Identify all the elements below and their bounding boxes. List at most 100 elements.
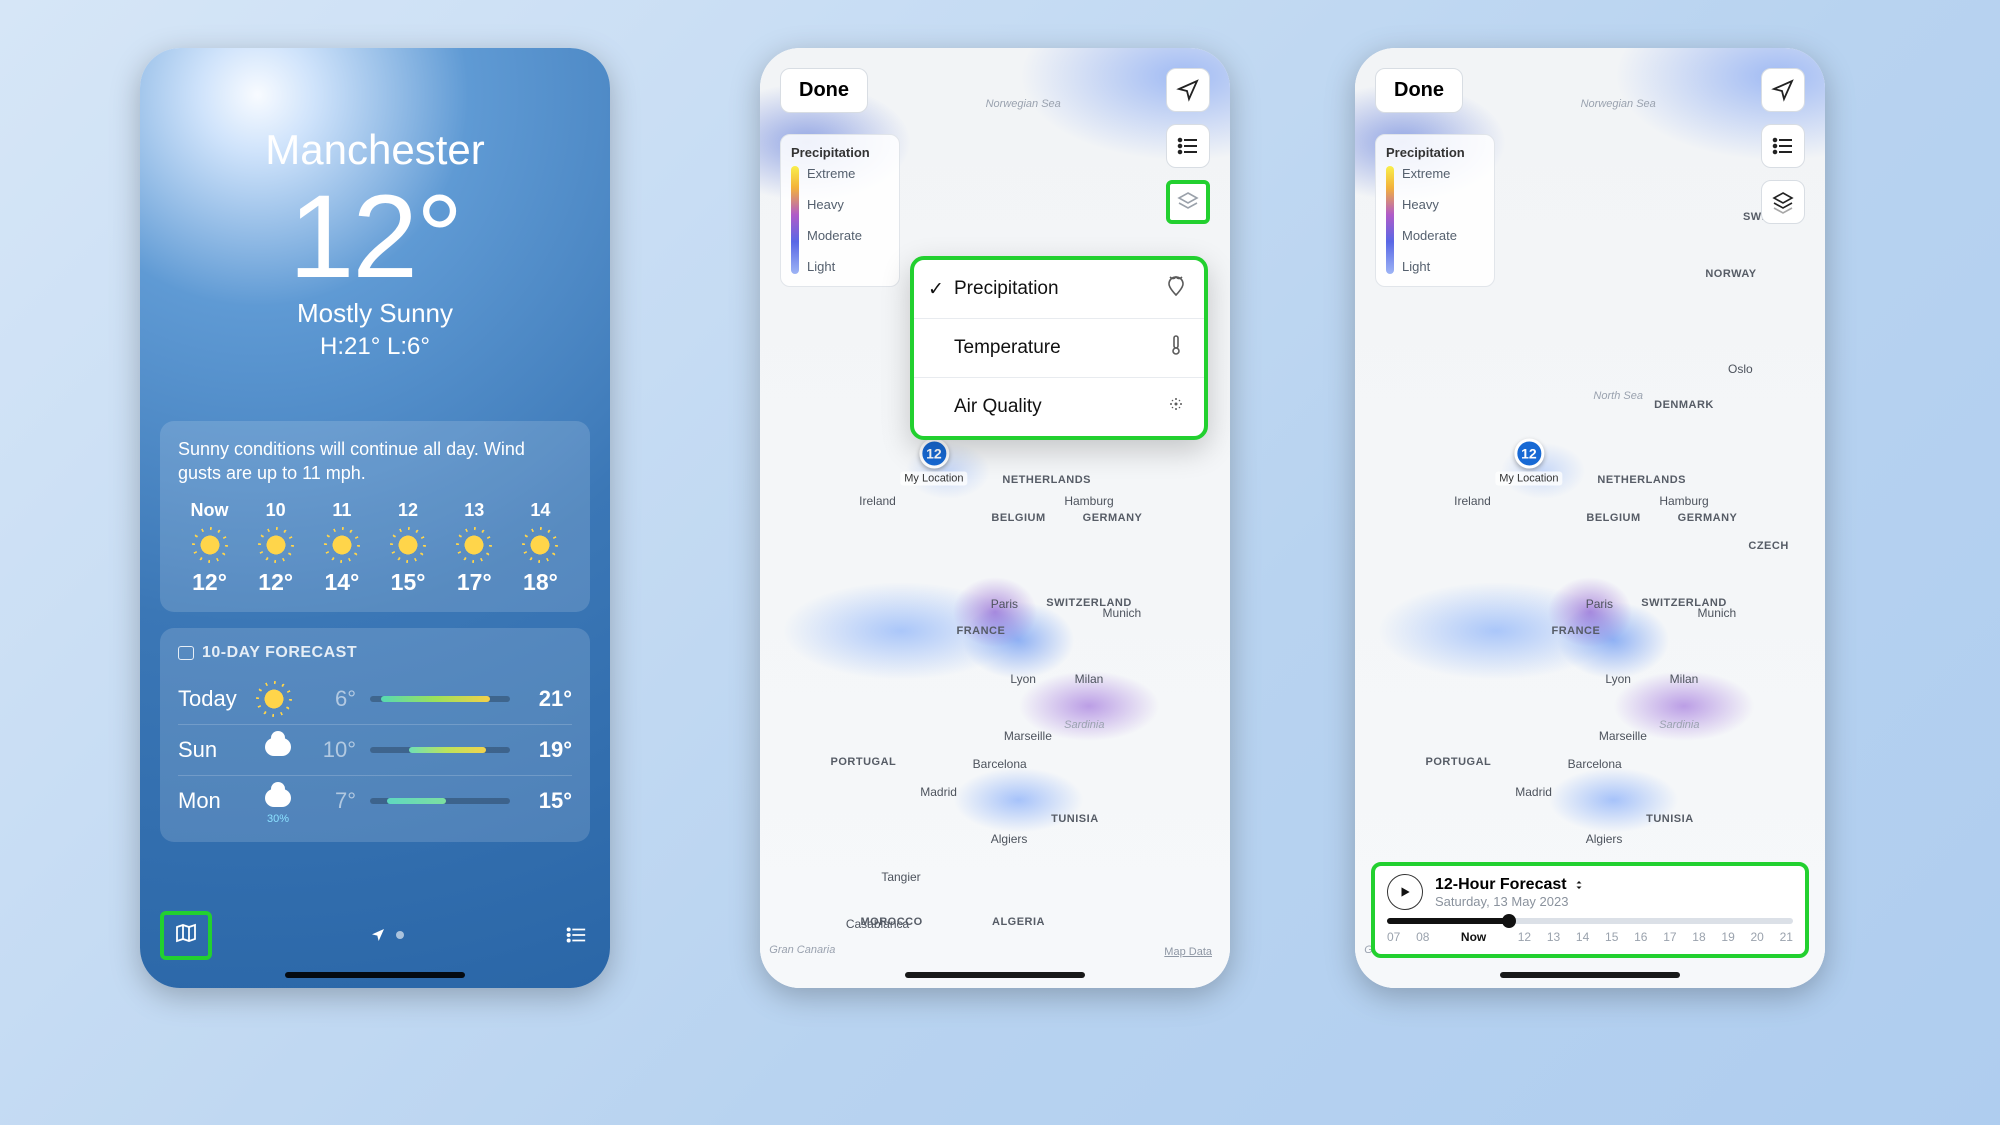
map-label: TUNISIA <box>1051 813 1099 825</box>
weather-map-timeline-screen: Norwegian SeaNorth SeaNORWAYOsloDENMARKI… <box>1355 48 1825 988</box>
timeline-knob[interactable] <box>1502 914 1516 928</box>
home-indicator <box>285 972 465 978</box>
map-label: GERMANY <box>1678 512 1738 524</box>
legend-level: Light <box>1402 259 1457 274</box>
timeline-tick: 12 <box>1518 930 1531 944</box>
map-label: North Sea <box>1593 390 1643 402</box>
map-label: TUNISIA <box>1646 813 1694 825</box>
precipitation-legend: Precipitation ExtremeHeavyModerateLight <box>780 134 900 287</box>
layer-menu-item[interactable]: Temperature <box>914 318 1204 377</box>
timeline-ticks: 0708Now12131415161718192021 <box>1387 930 1793 944</box>
layer-menu-item[interactable]: Air Quality <box>914 377 1204 436</box>
tenday-card: 10-DAY FORECAST Today 6° 21°Sun 10° 19°M… <box>160 628 590 842</box>
map-label: Gran Canaria <box>769 944 835 956</box>
rain-cloud-icon <box>265 789 291 807</box>
layer-label: Temperature <box>954 337 1164 359</box>
hour-temp: 15° <box>391 569 426 596</box>
my-location-label: My Location <box>900 471 967 485</box>
locate-me-button[interactable] <box>1166 68 1210 112</box>
hour-column: Now 12° <box>182 500 237 596</box>
map-data-link[interactable]: Map Data <box>1164 946 1212 958</box>
map-label: NORWAY <box>1705 268 1756 280</box>
done-button[interactable]: Done <box>780 68 868 113</box>
weather-map-layers-screen: Norwegian SeaNorth SeaNORWAYOsloDENMARKI… <box>760 48 1230 988</box>
hourly-row[interactable]: Now 12°10 12°11 14°12 15°13 17°14 18° <box>178 500 572 596</box>
map-label: Algiers <box>991 754 1028 846</box>
high-temp: 19° <box>524 737 572 763</box>
forecast-timeline-highlight: 12-Hour Forecast Saturday, 13 May 2023 0… <box>1371 862 1809 958</box>
rain-chance: 30% <box>265 813 291 825</box>
layer-menu-highlight: ✓ Precipitation Temperature Air Quality <box>910 256 1208 440</box>
hour-label: 10 <box>266 500 286 521</box>
hour-label: 12 <box>398 500 418 521</box>
legend-level: Moderate <box>807 228 862 243</box>
timeline-title[interactable]: 12-Hour Forecast <box>1435 876 1585 894</box>
layer-type-icon <box>1164 274 1188 304</box>
map-button-highlight <box>160 911 212 960</box>
page-dot <box>396 931 404 939</box>
layer-type-icon <box>1164 392 1188 422</box>
map-label: Madrid <box>920 707 957 799</box>
low-temp: 10° <box>308 737 356 763</box>
legend-level: Heavy <box>807 197 862 212</box>
map-icon[interactable] <box>172 921 200 945</box>
my-location-pin[interactable]: 12 My Location <box>900 438 967 485</box>
legend-level: Moderate <box>1402 228 1457 243</box>
timeline-tick: 07 <box>1387 930 1400 944</box>
legend-gradient <box>1386 166 1394 274</box>
hour-column: 14 18° <box>513 500 568 596</box>
timeline-tick: 21 <box>1780 930 1793 944</box>
list-icon <box>1771 134 1795 158</box>
done-button[interactable]: Done <box>1375 68 1463 113</box>
hour-column: 12 15° <box>381 500 436 596</box>
high-low-text: H:21° L:6° <box>140 333 610 361</box>
map-label: MOROCCO <box>861 916 923 928</box>
temp-range-bar <box>370 696 510 702</box>
locate-me-button[interactable] <box>1761 68 1805 112</box>
legend-level: Heavy <box>1402 197 1457 212</box>
hourly-card: Sunny conditions will continue all day. … <box>160 421 590 612</box>
timeline-progress <box>1387 918 1509 924</box>
locations-list-icon[interactable] <box>562 924 590 946</box>
hour-label: 13 <box>464 500 484 521</box>
layers-button-highlight[interactable] <box>1166 180 1210 224</box>
locations-list-button[interactable] <box>1761 124 1805 168</box>
home-indicator <box>1500 972 1680 978</box>
map-label: Madrid <box>1515 707 1552 799</box>
my-location-pin[interactable]: 12 My Location <box>1495 438 1562 485</box>
page-indicator[interactable] <box>370 927 404 943</box>
map-label: FRANCE <box>1551 625 1600 637</box>
map-label: Norwegian Sea <box>986 98 1061 110</box>
layer-type-icon <box>1164 333 1188 363</box>
map-label: Sardinia <box>1064 719 1104 731</box>
legend-gradient <box>791 166 799 274</box>
layers-button[interactable] <box>1761 180 1805 224</box>
hour-label: 14 <box>530 500 550 521</box>
play-button[interactable] <box>1387 874 1423 910</box>
layers-icon <box>1176 190 1200 214</box>
hour-label: 11 <box>332 500 351 521</box>
sun-icon <box>462 533 486 557</box>
timeline-title-text: 12-Hour Forecast <box>1435 876 1567 894</box>
timeline-tick: 15 <box>1605 930 1618 944</box>
timeline-track[interactable] <box>1387 918 1793 924</box>
forecast-day-row[interactable]: Sun 10° 19° <box>178 724 572 775</box>
layer-label: Precipitation <box>954 278 1164 300</box>
map-controls <box>1761 68 1805 224</box>
play-icon <box>1398 885 1412 899</box>
map-label: PORTUGAL <box>831 756 897 768</box>
forecast-day-row[interactable]: Today 6° 21° <box>178 674 572 724</box>
locations-list-button[interactable] <box>1166 124 1210 168</box>
hour-temp: 12° <box>192 569 227 596</box>
weather-app-screen: Manchester 12° Mostly Sunny H:21° L:6° S… <box>140 48 610 988</box>
forecast-day-row[interactable]: Mon 30% 7° 15° <box>178 775 572 826</box>
hour-column: 13 17° <box>447 500 502 596</box>
legend-level: Extreme <box>1402 166 1457 181</box>
layer-menu-item[interactable]: ✓ Precipitation <box>914 260 1204 318</box>
timeline-tick: 20 <box>1750 930 1763 944</box>
timeline-tick: 16 <box>1634 930 1647 944</box>
map-label: Oslo <box>1728 284 1753 376</box>
timeline-tick: 19 <box>1721 930 1734 944</box>
layer-label: Air Quality <box>954 396 1164 418</box>
timeline-tick: 13 <box>1547 930 1560 944</box>
